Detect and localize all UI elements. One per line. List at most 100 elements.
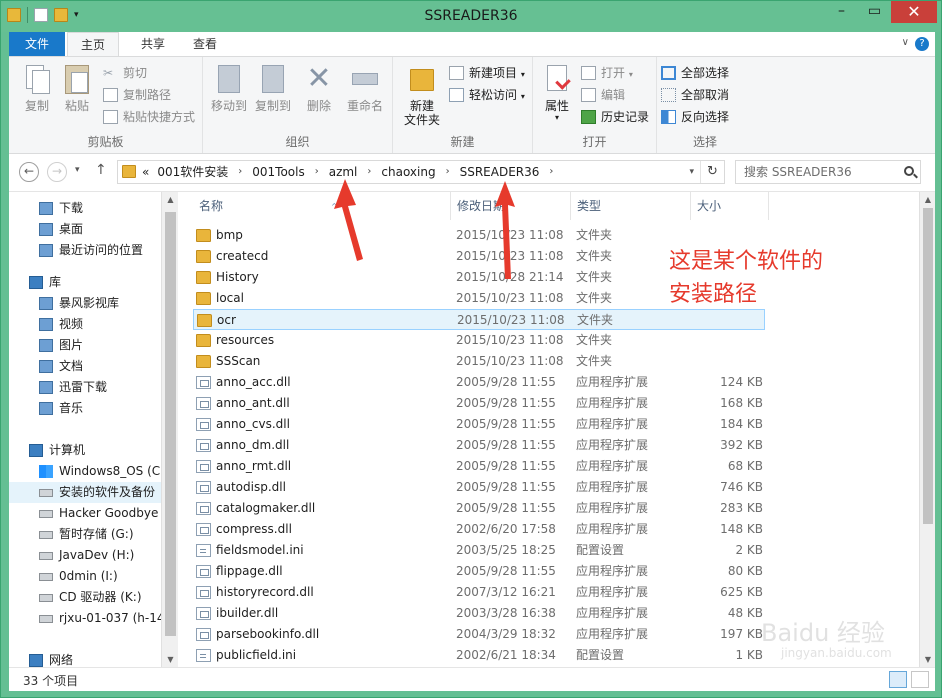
nav-item[interactable]: 安装的软件及备份 (9, 482, 161, 503)
file-row[interactable]: ibuilder.dll 2003/3/28 16:38 应用程序扩展 48 KB (193, 603, 765, 624)
edit-button[interactable]: 编辑 (581, 85, 625, 105)
column-header-size[interactable]: 大小 (691, 192, 769, 220)
file-row[interactable]: parsebookinfo.dll 2004/3/29 18:32 应用程序扩展 19… (193, 624, 765, 645)
scroll-up-icon[interactable]: ▲ (920, 192, 936, 208)
select-all-button[interactable]: 全部选择 (661, 63, 729, 83)
navigation-pane-scrollbar[interactable]: ▲ ▼ (161, 192, 178, 668)
minimize-button[interactable]: – (825, 1, 858, 23)
search-icon[interactable] (904, 166, 914, 176)
nav-item[interactable]: 音乐 (9, 398, 161, 419)
file-row[interactable]: anno_acc.dll 2005/9/28 11:55 应用程序扩展 124 KB (193, 372, 765, 393)
recent-locations-icon[interactable]: ▾ (75, 165, 80, 175)
search-box[interactable] (735, 160, 921, 184)
new-group: 新建 文件夹 新建项目 ▾ 轻松访问 ▾ 新建 (393, 57, 533, 153)
column-header-type[interactable]: 类型 (571, 192, 691, 220)
nav-item[interactable]: 视频 (9, 314, 161, 335)
file-row[interactable]: publicfield.ini 2002/6/21 18:34 配置设置 1 KB (193, 645, 765, 666)
scroll-up-icon[interactable]: ▲ (162, 192, 179, 208)
copy-button[interactable]: 复制 (15, 63, 59, 113)
breadcrumb-chevron-icon[interactable]: › (305, 161, 329, 183)
file-row[interactable]: fieldsmodel.ini 2003/5/25 18:25 配置设置 2 KB (193, 540, 765, 561)
invert-selection-button[interactable]: 反向选择 (661, 107, 729, 127)
easy-access-button[interactable]: 轻松访问 ▾ (449, 85, 525, 105)
breadcrumb-item[interactable]: chaoxing (381, 161, 435, 183)
breadcrumb-chevron-icon[interactable]: › (228, 161, 252, 183)
file-row[interactable]: bmp 2015/10/23 11:08 文件夹 (193, 225, 765, 246)
nav-item[interactable]: 网络 (9, 650, 161, 668)
file-list-scrollbar[interactable]: ▲ ▼ (919, 192, 935, 668)
file-row[interactable]: anno_rmt.dll 2005/9/28 11:55 应用程序扩展 68 KB (193, 456, 765, 477)
breadcrumb-item[interactable]: SSREADER36 (460, 161, 540, 183)
properties-button[interactable]: 属性 ▾ (537, 63, 577, 123)
breadcrumb-chevron-icon[interactable]: › (539, 161, 563, 183)
close-button[interactable]: ✕ (891, 1, 937, 23)
nav-item[interactable]: 暴风影视库 (9, 293, 161, 314)
nav-item[interactable]: 桌面 (9, 219, 161, 240)
move-to-button[interactable]: 移动到 (209, 63, 249, 113)
breadcrumb-overflow[interactable]: « (142, 161, 157, 183)
file-row[interactable]: compress.dll 2002/6/20 17:58 应用程序扩展 148 KB (193, 519, 765, 540)
breadcrumb-item[interactable]: 001Tools (252, 161, 304, 183)
back-button[interactable]: ← (19, 162, 39, 182)
history-button[interactable]: 历史记录 (581, 107, 649, 127)
address-dropdown-icon[interactable]: ▾ (689, 161, 694, 183)
ribbon-expand-icon[interactable]: ∨ (902, 37, 909, 48)
help-icon[interactable]: ? (915, 37, 929, 51)
details-view-icon[interactable] (889, 671, 907, 688)
nav-item[interactable]: 下载 (9, 198, 161, 219)
address-bar[interactable]: « 001软件安装 › 001Tools › azml › chaoxing › SSR… (117, 160, 725, 184)
nav-item[interactable]: 迅雷下载 (9, 377, 161, 398)
nav-item[interactable]: 暂时存储 (G:) (9, 524, 161, 545)
nav-item[interactable]: Hacker Goodbye (9, 503, 161, 524)
nav-item[interactable]: rjxu-01-037 (h-14 (9, 608, 161, 629)
nav-item[interactable]: 最近访问的位置 (9, 240, 161, 261)
tab-home[interactable]: 主页 (67, 32, 119, 56)
nav-item[interactable]: 文档 (9, 356, 161, 377)
open-button[interactable]: 打开 ▾ (581, 63, 633, 83)
nav-item[interactable]: JavaDev (H:) (9, 545, 161, 566)
nav-item[interactable]: 库 (9, 272, 161, 293)
up-button[interactable]: ↑ (95, 162, 107, 178)
file-row[interactable]: anno_ant.dll 2005/9/28 11:55 应用程序扩展 168 KB (193, 393, 765, 414)
breadcrumb-item[interactable]: 001软件安装 (157, 161, 228, 183)
large-icons-view-icon[interactable] (911, 671, 929, 688)
title-bar[interactable]: ▾ SSREADER36 – ▭ ✕ (1, 1, 941, 32)
new-item-button[interactable]: 新建项目 ▾ (449, 63, 525, 83)
column-header-name[interactable]: 名称 ^ (193, 192, 451, 220)
rename-button[interactable]: 重命名 (343, 63, 387, 113)
breadcrumb-chevron-icon[interactable]: › (436, 161, 460, 183)
nav-item[interactable]: 0dmin (I:) (9, 566, 161, 587)
scrollbar-thumb[interactable] (923, 208, 933, 524)
scroll-down-icon[interactable]: ▼ (162, 652, 179, 668)
file-row[interactable]: anno_dm.dll 2005/9/28 11:55 应用程序扩展 392 KB (193, 435, 765, 456)
nav-item[interactable]: 图片 (9, 335, 161, 356)
copy-path-button[interactable]: 复制路径 (103, 85, 171, 105)
tab-share[interactable]: 共享 (129, 32, 177, 56)
new-folder-button[interactable]: 新建 文件夹 (397, 63, 447, 127)
forward-button[interactable]: → (47, 162, 67, 182)
file-row[interactable]: ocr 2015/10/23 11:08 文件夹 (193, 309, 765, 330)
copy-to-button[interactable]: 复制到 (253, 63, 293, 113)
search-input[interactable] (744, 163, 894, 181)
file-row[interactable]: historyrecord.dll 2007/3/12 16:21 应用程序扩展 62… (193, 582, 765, 603)
file-row[interactable]: anno_cvs.dll 2005/9/28 11:55 应用程序扩展 184 KB (193, 414, 765, 435)
tab-file[interactable]: 文件 (9, 32, 65, 56)
nav-item[interactable]: 计算机 (9, 440, 161, 461)
file-row[interactable]: SSScan 2015/10/23 11:08 文件夹 (193, 351, 765, 372)
cut-button[interactable]: ✂ 剪切 (103, 63, 147, 83)
maximize-button[interactable]: ▭ (858, 1, 891, 23)
tab-view[interactable]: 查看 (181, 32, 229, 56)
paste-shortcut-button[interactable]: 粘贴快捷方式 (103, 107, 195, 127)
paste-button[interactable]: 粘贴 (55, 63, 99, 113)
file-row[interactable]: catalogmaker.dll 2005/9/28 11:55 应用程序扩展 283… (193, 498, 765, 519)
nav-item[interactable]: Windows8_OS (C (9, 461, 161, 482)
scroll-down-icon[interactable]: ▼ (920, 652, 936, 668)
select-none-button[interactable]: 全部取消 (661, 85, 729, 105)
file-row[interactable]: flippage.dll 2005/9/28 11:55 应用程序扩展 80 KB (193, 561, 765, 582)
file-row[interactable]: resources 2015/10/23 11:08 文件夹 (193, 330, 765, 351)
nav-item[interactable]: CD 驱动器 (K:) (9, 587, 161, 608)
delete-button[interactable]: ✕ 删除 (299, 63, 339, 114)
file-row[interactable]: autodisp.dll 2005/9/28 11:55 应用程序扩展 746 KB (193, 477, 765, 498)
refresh-icon[interactable]: ↻ (700, 161, 724, 183)
scrollbar-thumb[interactable] (165, 212, 176, 636)
